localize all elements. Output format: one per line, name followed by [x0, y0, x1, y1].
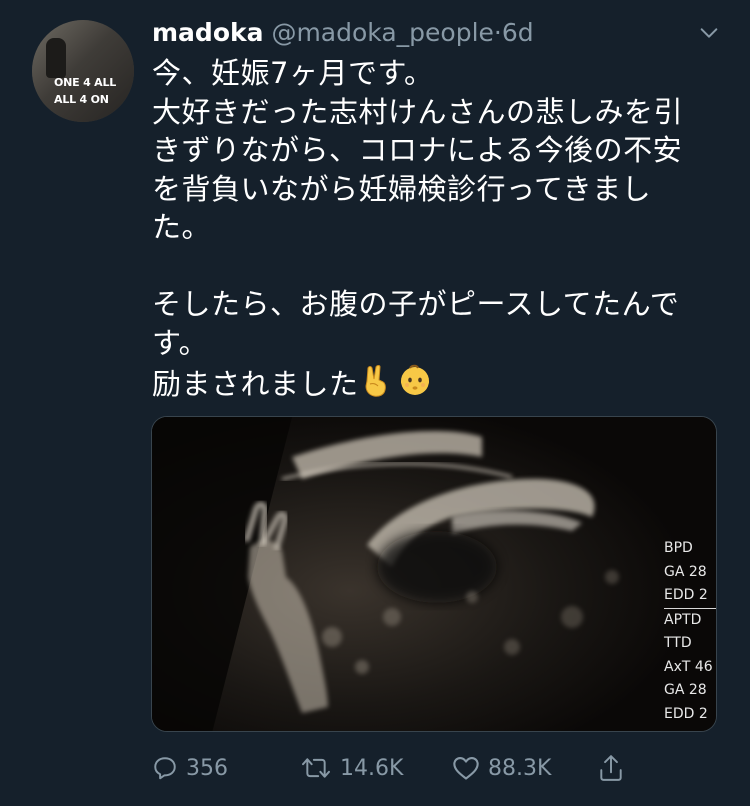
tweet-line: きずりながら、コロナによる今後の不安 — [152, 133, 683, 167]
chevron-down-icon[interactable] — [698, 22, 720, 44]
us-label: EDD 2 — [664, 705, 708, 722]
tweet-line: 今、妊娠7ヶ月です。 — [152, 56, 434, 90]
like-button[interactable]: 88.3K — [452, 750, 551, 786]
victory-hand-emoji-icon — [365, 365, 386, 397]
us-label: BPD — [664, 540, 693, 556]
share-button[interactable] — [598, 750, 632, 786]
baby-emoji-icon — [400, 364, 429, 395]
tweet-line: す。 — [152, 325, 209, 360]
avatar-figure — [46, 38, 66, 78]
tweet-line: た。 — [152, 210, 212, 244]
tweet-header: madoka @madoka_people·6d — [152, 16, 690, 50]
tweet-media-image[interactable]: BPD GA 28 EDD 2 APTD TTD AxT 46 GA 28 ED… — [151, 416, 717, 732]
ultrasound-labels: BPD GA 28 EDD 2 APTD TTD AxT 46 GA 28 ED… — [664, 537, 716, 726]
tweet-text: 今、妊娠7ヶ月です。 大好きだった志村けんさんの悲しみを引 きずりながら、コロナ… — [152, 54, 712, 404]
tweet-line-last: 励まされました — [152, 362, 712, 404]
reply-icon — [154, 757, 176, 780]
tweet-line: 大好きだった志村けんさんの悲しみを引 — [152, 94, 684, 129]
us-label: APTD — [664, 611, 702, 628]
reply-button[interactable]: 356 — [152, 750, 228, 786]
avatar[interactable]: ONE 4 ALL ALL 4 ON — [32, 20, 134, 122]
us-label: AxT 46 — [664, 658, 713, 675]
separator-dot: · — [493, 18, 502, 47]
tweet-actions: 356 14.6K 88.3K — [0, 750, 750, 786]
retweet-count: 14.6K — [340, 755, 404, 781]
avatar-text-line-1: ONE 4 ALL — [54, 76, 117, 89]
us-label: GA 28 — [664, 682, 707, 698]
user-handle[interactable]: @madoka_people — [271, 18, 493, 47]
heart-icon — [453, 757, 479, 780]
like-count: 88.3K — [488, 755, 552, 781]
tweet-line: そしたら、お腹の子がピースしてたんで — [152, 287, 680, 321]
tweet-line-text: 励まされました — [152, 367, 359, 401]
timestamp[interactable]: 6d — [502, 18, 534, 47]
ultrasound-scan — [152, 417, 716, 731]
share-icon — [600, 755, 622, 781]
us-label: TTD — [664, 635, 692, 651]
us-label: GA 28 — [664, 563, 707, 580]
retweet-button[interactable]: 14.6K — [300, 750, 403, 786]
us-label: EDD 2 — [664, 587, 708, 603]
tweet-line: を背負いながら妊婦検診行ってきまし — [152, 171, 652, 206]
display-name[interactable]: madoka — [152, 18, 264, 47]
retweet-icon — [302, 758, 330, 778]
reply-count: 356 — [186, 755, 228, 781]
avatar-text-line-2: ALL 4 ON — [54, 93, 109, 106]
